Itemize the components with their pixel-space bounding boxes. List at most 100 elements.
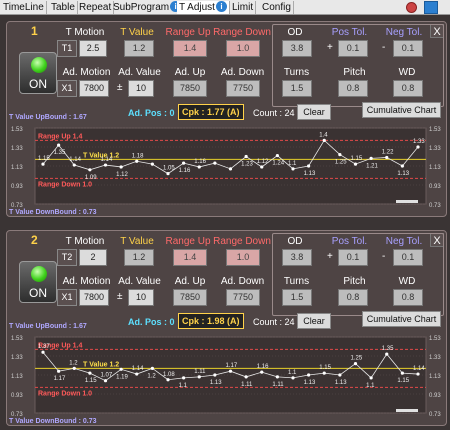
data-point [385,155,389,160]
data-label: 1.05 [163,166,175,172]
range-down-field[interactable]: 1.0 [226,40,260,57]
wd-field[interactable]: 0.8 [393,80,423,97]
data-label: 1.11 [272,382,284,388]
neg-tol-field[interactable]: 0.1 [393,40,423,57]
data-label: 1.15 [85,378,97,384]
data-label: 1.13 [210,380,222,386]
ad-down-field[interactable]: 7750 [226,289,260,306]
range-down-label: Range Down 1.0 [38,390,92,397]
record-icon[interactable] [406,2,417,13]
y-tick-label-right: 1.33 [429,355,441,361]
data-label: 1.08 [163,372,175,378]
y-tick-label: 1.33 [11,146,23,152]
neg-tol-field[interactable]: 0.1 [393,249,423,266]
t-motion-field[interactable]: 2 [79,249,107,266]
data-label: 1.2 [147,373,156,379]
pos-tol-header: Pos Tol. [331,27,368,38]
od-field[interactable]: 3.8 [282,249,312,266]
data-point [213,161,217,165]
range-up-header: Range Up [165,27,211,38]
ad-up-field[interactable]: 7850 [173,289,207,306]
od-field[interactable]: 3.8 [282,40,312,57]
ad-value-header: Ad. Value [118,67,161,78]
data-point [416,145,420,149]
data-point [385,352,389,356]
y-tick-label: 1.33 [11,355,23,361]
data-point [213,373,217,377]
data-point [182,161,186,165]
data-point [41,350,45,354]
data-label: 1.11 [241,382,253,388]
data-point [260,370,264,374]
turns-field[interactable]: 1.5 [282,80,312,97]
ad-up-field[interactable]: 7850 [173,80,207,97]
pitch-header: Pitch [343,276,366,287]
data-point [400,371,404,375]
cumulative-chart-button[interactable]: Cumulative Chart [362,311,441,327]
data-label: 1.37 [38,344,50,350]
pos-tol-field[interactable]: 0.1 [338,40,368,57]
data-label: 1.15 [38,156,50,162]
data-point [228,167,233,171]
data-point [88,168,92,172]
turns-header: Turns [283,67,310,78]
cpk-readout: Cpk : 1.98 (A) [178,313,244,329]
cpk-readout: Cpk : 1.77 (A) [178,104,244,120]
data-label: 1.15 [319,365,331,371]
range-down-field[interactable]: 1.0 [226,249,260,266]
pitch-header: Pitch [343,67,366,78]
range-up-field[interactable]: 1.4 [173,40,207,57]
clear-button[interactable]: Clear [297,104,331,120]
adjust-panel-2: 2 X ON T Motion T Value Range Up Range D… [6,230,447,426]
clear-button[interactable]: Clear [297,313,331,329]
tab-table[interactable]: Table [49,1,78,14]
downbound-label: T Value DownBound : 0.73 [9,209,97,216]
tab-t-adjust[interactable]: T Adjust i [177,1,230,14]
data-point [166,378,170,382]
data-point [338,373,342,377]
pitch-field[interactable]: 0.8 [338,80,368,97]
neg-tol-header: Neg Tol. [385,27,423,38]
data-label: 1.35 [54,150,66,156]
t-tag: T1 [57,40,77,57]
ad-motion-field[interactable]: 7800 [79,80,109,97]
data-label: 1.2 [69,360,78,366]
info-icon[interactable]: i [215,1,227,12]
data-point [182,376,186,380]
turns-field[interactable]: 1.5 [282,289,312,306]
window-icon[interactable] [424,1,438,14]
on-button[interactable]: ON [19,52,57,94]
tab-subprogram[interactable]: SubProgram i [111,1,185,14]
tab-limit[interactable]: Limit [230,1,257,14]
cumulative-chart-button[interactable]: Cumulative Chart [362,102,441,118]
upbound-label: T Value UpBound : 1.67 [9,114,87,121]
data-point [244,375,248,379]
tab-timeline[interactable]: TimeLine [1,1,47,14]
t-motion-field[interactable]: 2.5 [79,40,107,57]
tab-config[interactable]: Config [260,1,294,14]
plus-symbol: + [327,42,333,53]
t-motion-header: T Motion [65,236,105,247]
ad-motion-field[interactable]: 7800 [79,289,109,306]
t-value-field[interactable]: 1.2 [124,40,154,57]
od-header: OD [287,27,303,38]
on-button[interactable]: ON [19,261,57,303]
ad-value-field[interactable]: 10 [128,80,154,97]
ad-value-field[interactable]: 10 [128,289,154,306]
data-point [119,165,123,169]
data-point [275,375,279,379]
data-label: 1.16 [257,364,269,370]
y-tick-label: 1.53 [11,127,23,133]
tab-repeat[interactable]: Repeat [77,1,115,14]
t-value-field[interactable]: 1.2 [124,249,154,266]
range-up-field[interactable]: 1.4 [173,249,207,266]
pitch-field[interactable]: 0.8 [338,289,368,306]
wd-field[interactable]: 0.8 [393,289,423,306]
pos-tol-field[interactable]: 0.1 [338,249,368,266]
data-label: 1.35 [382,346,394,352]
data-label: 1.18 [132,153,144,159]
data-label: 1.1 [288,161,297,167]
ad-down-field[interactable]: 7750 [226,80,260,97]
data-label: 1.16 [179,168,191,174]
y-tick-label: 1.13 [11,165,23,171]
